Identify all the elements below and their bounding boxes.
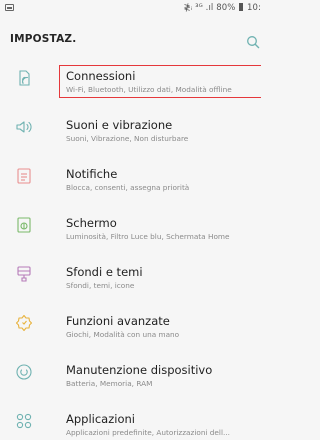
- notifications-icon: [14, 166, 34, 186]
- settings-item-subtitle: Suoni, Vibrazione, Non disturbare: [66, 134, 189, 143]
- settings-item-device-maintenance[interactable]: Manutenzione dispositivo Batteria, Memor…: [0, 350, 261, 399]
- settings-item-apps[interactable]: Applicazioni Applicazioni predefinite, A…: [0, 399, 261, 440]
- apps-icon: [14, 411, 34, 431]
- settings-item-title: Sfondi e temi: [66, 265, 143, 279]
- clock: 10:: [247, 3, 261, 13]
- wallpaper-icon: [14, 264, 34, 284]
- status-indicators: ≹ᵢ ³ᴳ .ıl 80% 10:: [183, 3, 261, 13]
- settings-item-title: Suoni e vibrazione: [66, 118, 173, 132]
- settings-item-advanced-features[interactable]: Funzioni avanzate Giochi, Modalità con u…: [0, 301, 261, 350]
- gallery-notification-icon: [5, 4, 14, 11]
- settings-item-notifications[interactable]: Notifiche Blocca, consenti, assegna prio…: [0, 154, 261, 203]
- settings-item-subtitle: Luminosità, Filtro Luce blu, Schermata H…: [66, 232, 230, 241]
- settings-item-title: Manutenzione dispositivo: [66, 363, 213, 377]
- settings-item-title: Notifiche: [66, 167, 118, 181]
- settings-screen: ≹ᵢ ³ᴳ .ıl 80% 10: IMPOSTAZ. Connessioni …: [0, 0, 261, 440]
- app-bar: IMPOSTAZ.: [0, 18, 261, 54]
- settings-item-title: Funzioni avanzate: [66, 314, 170, 328]
- device-maintenance-icon: [14, 362, 34, 382]
- settings-item-title: Applicazioni: [66, 412, 135, 426]
- settings-item-title: Schermo: [66, 216, 117, 230]
- settings-item-display[interactable]: Schermo Luminosità, Filtro Luce blu, Sch…: [0, 203, 261, 252]
- settings-item-subtitle: Giochi, Modalità con una mano: [66, 330, 180, 339]
- search-icon[interactable]: [246, 34, 260, 49]
- settings-item-wallpaper[interactable]: Sfondi e temi Sfondi, temi, icone: [0, 252, 261, 301]
- sound-icon: [14, 117, 34, 137]
- battery-percent: 80%: [216, 3, 236, 13]
- settings-item-subtitle: Applicazioni predefinite, Autorizzazioni…: [66, 428, 230, 437]
- settings-item-subtitle: Wi-Fi, Bluetooth, Utilizzo dati, Modalit…: [66, 85, 232, 94]
- settings-item-title: Connessioni: [66, 69, 136, 83]
- battery-icon: [239, 3, 244, 11]
- settings-item-subtitle: Sfondi, temi, icone: [66, 281, 135, 290]
- settings-item-sound[interactable]: Suoni e vibrazione Suoni, Vibrazione, No…: [0, 105, 261, 154]
- signal-indicators: ≹ᵢ ³ᴳ .ıl: [183, 3, 214, 13]
- advanced-features-icon: [14, 313, 34, 333]
- settings-item-connections[interactable]: Connessioni Wi-Fi, Bluetooth, Utilizzo d…: [0, 56, 261, 105]
- page-title: IMPOSTAZ.: [10, 33, 77, 45]
- status-bar: ≹ᵢ ³ᴳ .ıl 80% 10:: [0, 0, 261, 18]
- settings-item-subtitle: Blocca, consenti, assegna priorità: [66, 183, 190, 192]
- settings-item-subtitle: Batteria, Memoria, RAM: [66, 379, 153, 388]
- settings-list: Connessioni Wi-Fi, Bluetooth, Utilizzo d…: [0, 56, 261, 440]
- connections-icon: [14, 68, 34, 88]
- display-icon: [14, 215, 34, 235]
